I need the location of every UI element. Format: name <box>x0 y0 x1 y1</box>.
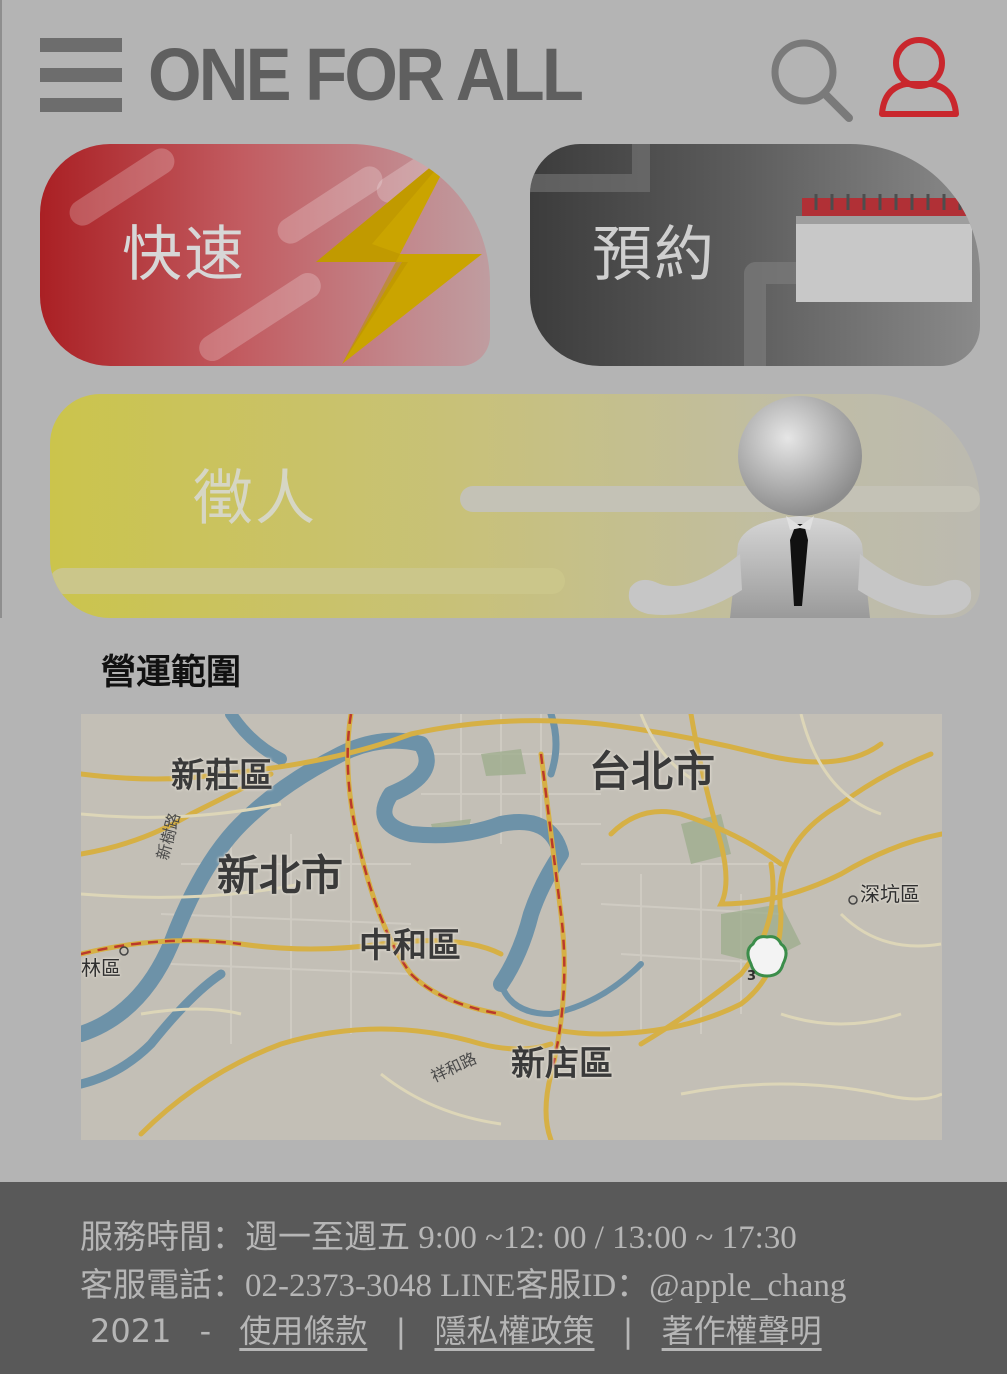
calendar-icon <box>796 194 972 302</box>
privacy-link[interactable]: 隱私權政策 <box>434 1312 594 1350</box>
decor-bar <box>50 568 565 594</box>
menu-line <box>40 68 122 82</box>
top-header: ONE FOR ALL <box>0 0 1007 140</box>
map-label-newtaipei: 新北市 <box>217 851 344 900</box>
user-icon[interactable] <box>876 34 962 122</box>
footer: 服務時間：週一至週五 9:00 ~12: 00 / 13:00 ~ 17:30 … <box>0 1182 1007 1374</box>
contact-info: 客服電話：02-2373-3048 LINE客服ID：@apple_chang <box>80 1268 847 1304</box>
brand-logo[interactable]: ONE FOR ALL <box>148 30 584 120</box>
menu-line <box>40 38 122 52</box>
footer-divider: | <box>395 1312 407 1350</box>
hamburger-menu-icon[interactable] <box>40 38 122 112</box>
service-area-title: 營運範圍 <box>101 653 242 693</box>
lightning-bolt-icon <box>316 146 482 364</box>
map-label-shenkeng: 深坑區 <box>860 882 920 906</box>
service-hours: 服務時間：週一至週五 9:00 ~12: 00 / 13:00 ~ 17:30 <box>80 1220 797 1256</box>
terms-link[interactable]: 使用條款 <box>239 1312 367 1350</box>
booking-card[interactable]: 預約 <box>530 144 980 366</box>
footer-dash: - <box>199 1312 212 1350</box>
footer-divider: | <box>622 1312 634 1350</box>
map-label-taipei: 台北市 <box>589 747 716 796</box>
footer-links: 2021 - 使用條款 | 隱私權政策 | 著作權聲明 <box>90 1306 822 1352</box>
map-label-xindian: 新店區 <box>511 1044 613 1084</box>
menu-line <box>40 98 122 112</box>
recruit-card[interactable]: 徵人 <box>50 394 980 618</box>
search-icon[interactable] <box>766 36 854 124</box>
fast-label: 快速 <box>122 220 246 290</box>
map-label-zhonghe: 中和區 <box>359 926 461 966</box>
decor-block <box>530 144 650 192</box>
route-3-label: 3 <box>747 969 757 984</box>
booking-label: 預約 <box>592 220 716 290</box>
person-figure-icon <box>628 396 972 618</box>
recruit-label: 徵人 <box>193 464 317 534</box>
service-area-map[interactable]: 新莊區 台北市 新北市 中和區 新店區 深坑區 林區 3 新樹路 祥和路 <box>81 714 942 1140</box>
map-label-linkou: 林區 <box>81 956 121 980</box>
map-label-xinzhuang: 新莊區 <box>171 756 273 796</box>
decor-stripe <box>64 144 180 231</box>
fast-card[interactable]: 快速 <box>40 144 490 366</box>
copyright-link[interactable]: 著作權聲明 <box>662 1312 822 1350</box>
copyright-year: 2021 <box>90 1312 172 1350</box>
